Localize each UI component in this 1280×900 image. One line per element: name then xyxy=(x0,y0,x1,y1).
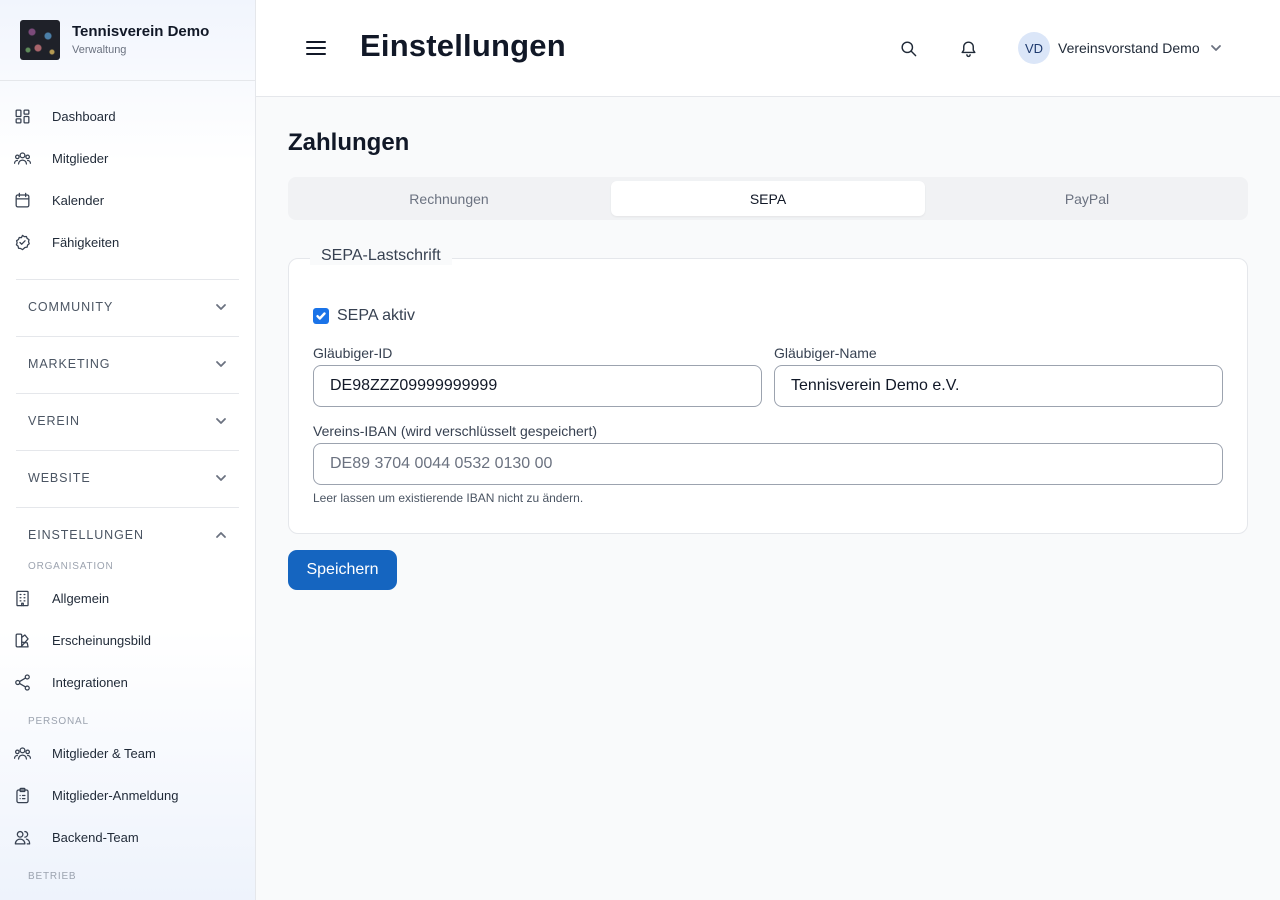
sidebar-item-label: Mitglieder & Team xyxy=(52,745,156,761)
fieldset-legend: SEPA-Lastschrift xyxy=(310,247,452,265)
sidebar-item-label: Mitglieder xyxy=(52,150,109,166)
sidebar-item-allgemein[interactable]: Allgemein xyxy=(12,583,109,613)
users-icon xyxy=(12,148,32,168)
creditor-id-label: Gläubiger-ID xyxy=(313,345,393,361)
top-header: Einstellungen VD Vereinsvorstand Demo xyxy=(256,0,1280,97)
hamburger-icon xyxy=(306,41,326,55)
subheading-personal: PERSONAL xyxy=(28,716,89,727)
sidebar-item-faehigkeiten[interactable]: Fähigkeiten xyxy=(12,227,119,257)
chevron-up-icon xyxy=(216,532,226,538)
sidebar-section-verein[interactable]: VEREIN xyxy=(28,409,227,433)
sidebar-item-mitglieder[interactable]: Mitglieder xyxy=(12,143,108,173)
sidebar-divider xyxy=(16,336,239,337)
sidebar-item-label: Kalender xyxy=(52,192,105,208)
creditor-name-input[interactable] xyxy=(774,365,1223,407)
share-icon xyxy=(12,672,32,692)
subheading-organisation: ORGANISATION xyxy=(28,561,114,572)
user-menu[interactable]: VD Vereinsvorstand Demo xyxy=(1018,32,1222,64)
building-icon xyxy=(12,588,32,608)
sidebar-item-label: Backend-Team xyxy=(52,829,139,845)
chevron-down-icon xyxy=(216,361,226,367)
sidebar: Tennisverein Demo Verwaltung Dashboard M… xyxy=(0,0,256,900)
brand[interactable]: Tennisverein Demo Verwaltung xyxy=(0,0,255,81)
brand-subtitle: Verwaltung xyxy=(72,44,127,56)
save-button[interactable]: Speichern xyxy=(288,550,397,590)
sidebar-section-einstellungen[interactable]: EINSTELLUNGEN xyxy=(28,523,227,547)
chevron-down-icon xyxy=(216,475,226,481)
iban-input[interactable] xyxy=(313,443,1223,485)
brand-name: Tennisverein Demo xyxy=(72,23,210,40)
sidebar-item-mitglieder-team[interactable]: Mitglieder & Team xyxy=(12,738,156,768)
sidebar-item-erscheinungsbild[interactable]: Erscheinungsbild xyxy=(12,625,151,655)
section-label: VEREIN xyxy=(28,414,80,428)
search-button[interactable] xyxy=(896,36,920,60)
sidebar-divider xyxy=(16,393,239,394)
sidebar-section-community[interactable]: COMMUNITY xyxy=(28,295,227,319)
sidebar-item-label: Allgemein xyxy=(52,590,110,606)
iban-hint: Leer lassen um existierende IBAN nicht z… xyxy=(313,491,584,505)
calendar-icon xyxy=(12,190,32,210)
sidebar-divider xyxy=(16,450,239,451)
sepa-active-toggle[interactable]: SEPA aktiv xyxy=(313,307,415,325)
users-icon xyxy=(12,743,32,763)
dashboard-icon xyxy=(12,106,32,126)
sidebar-item-label: Fähigkeiten xyxy=(52,234,120,250)
menu-toggle-button[interactable] xyxy=(304,38,328,58)
iban-label: Vereins-IBAN (wird verschlüsselt gespeic… xyxy=(313,423,597,439)
check-icon xyxy=(316,312,326,320)
sidebar-item-backend-team[interactable]: Backend-Team xyxy=(12,822,139,852)
tab-paypal[interactable]: PayPal xyxy=(930,181,1244,216)
notifications-button[interactable] xyxy=(956,36,980,60)
clipboard-icon xyxy=(12,785,32,805)
sidebar-item-label: Integrationen xyxy=(52,674,128,690)
badge-check-icon xyxy=(12,232,32,252)
section-label: EINSTELLUNGEN xyxy=(28,528,144,542)
payment-tabs: Rechnungen SEPA PayPal xyxy=(288,177,1248,220)
chevron-down-icon xyxy=(216,304,226,310)
sidebar-item-dashboard[interactable]: Dashboard xyxy=(12,101,116,131)
sidebar-section-website[interactable]: WEBSITE xyxy=(28,466,227,490)
sidebar-section-marketing[interactable]: MARKETING xyxy=(28,352,227,376)
section-label: WEBSITE xyxy=(28,471,91,485)
section-label: COMMUNITY xyxy=(28,300,114,314)
section-label: MARKETING xyxy=(28,357,111,371)
sidebar-divider xyxy=(16,279,239,280)
avatar: VD xyxy=(1018,32,1050,64)
chevron-down-icon xyxy=(216,418,226,424)
palette-icon xyxy=(12,630,32,650)
chevron-down-icon xyxy=(1210,45,1221,51)
sidebar-item-label: Mitglieder-Anmeldung xyxy=(52,787,179,803)
sidebar-item-integrationen[interactable]: Integrationen xyxy=(12,667,128,697)
sidebar-divider xyxy=(16,507,239,508)
sepa-active-label: SEPA aktiv xyxy=(337,307,415,324)
team-icon xyxy=(12,827,32,847)
creditor-id-input[interactable] xyxy=(313,365,762,407)
user-name: Vereinsvorstand Demo xyxy=(1058,40,1200,56)
bell-icon xyxy=(960,41,976,57)
sidebar-item-mitglieder-anmeldung[interactable]: Mitglieder-Anmeldung xyxy=(12,780,178,810)
club-logo xyxy=(20,20,60,60)
subheading-betrieb: BETRIEB xyxy=(28,871,77,882)
sidebar-item-label: Erscheinungsbild xyxy=(52,632,152,648)
tab-sepa[interactable]: SEPA xyxy=(611,181,925,216)
tab-rechnungen[interactable]: Rechnungen xyxy=(292,181,606,216)
sidebar-item-label: Dashboard xyxy=(52,108,116,124)
section-title: Zahlungen xyxy=(288,129,410,156)
sidebar-item-kalender[interactable]: Kalender xyxy=(12,185,104,215)
page-title: Einstellungen xyxy=(360,28,566,63)
search-icon xyxy=(900,40,916,56)
creditor-name-label: Gläubiger-Name xyxy=(774,345,877,361)
sepa-active-checkbox[interactable] xyxy=(313,308,329,324)
